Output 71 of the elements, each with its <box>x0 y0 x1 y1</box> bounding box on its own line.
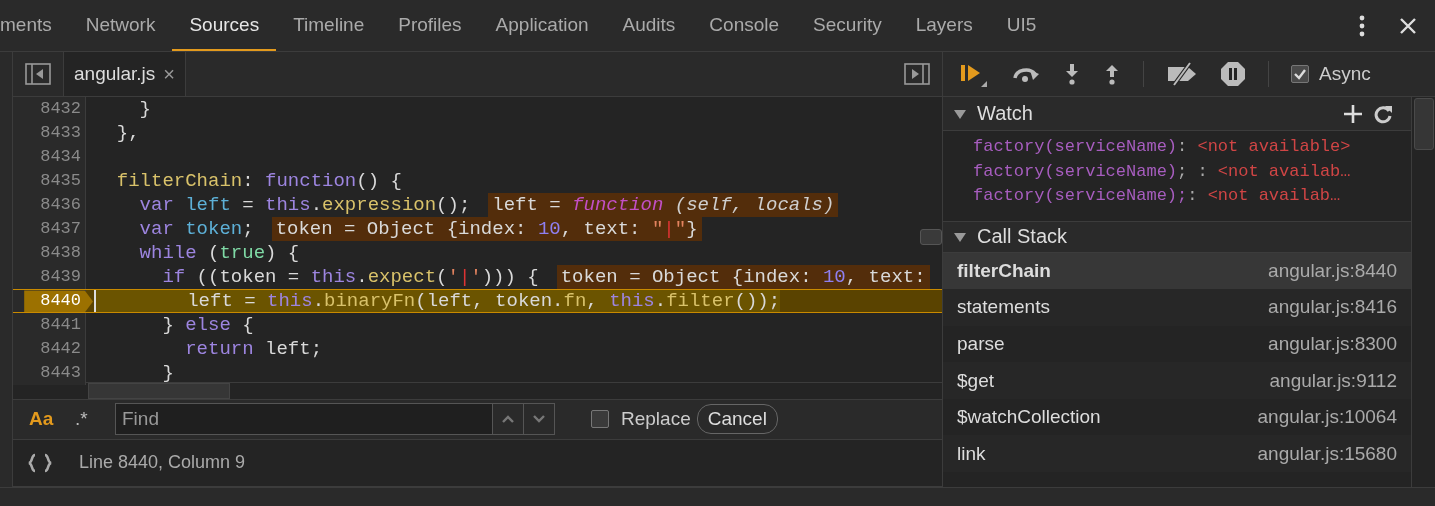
add-icon[interactable] <box>1343 103 1363 124</box>
line-number: 8443 <box>40 362 82 385</box>
section-title[interactable]: Call Stack <box>977 225 1068 248</box>
panel-tab[interactable]: Layers <box>898 0 990 51</box>
line-number: 8438 <box>40 242 82 265</box>
line-number: 8440 <box>24 290 93 313</box>
refresh-icon[interactable] <box>1373 103 1393 124</box>
deactivate-breakpoints-icon[interactable] <box>1166 62 1198 86</box>
inline-value: left = function (self, locals) <box>488 193 839 218</box>
code-line: filterChain: function() { <box>115 169 402 194</box>
inline-value: token = Object {index: 10, text: <box>556 265 930 290</box>
more-menu-icon[interactable] <box>1359 14 1365 37</box>
code-line: return left; <box>184 337 323 362</box>
replace-label: Replace <box>621 408 691 431</box>
chevron-down-icon <box>532 414 546 425</box>
pretty-print-icon[interactable] <box>27 452 53 473</box>
sidebar-toggle-icon[interactable] <box>25 63 51 86</box>
line-number: 8433 <box>40 122 82 145</box>
next-match-button[interactable] <box>524 403 555 436</box>
search-option-toggle[interactable]: .* <box>75 408 105 431</box>
code-line: } else { <box>161 313 254 338</box>
line-number: 8434 <box>40 146 82 169</box>
watch-expression: factory(serviceName); : <not availab… <box>973 160 1352 183</box>
call-frame[interactable]: filterChain angular.js:8440 <box>943 252 1411 290</box>
panel-tab[interactable]: ments <box>0 0 69 51</box>
file-name: angular.js <box>74 63 156 86</box>
expand-triangle-icon[interactable] <box>953 107 967 120</box>
code-line: } <box>138 97 151 122</box>
code-line: } <box>161 361 174 386</box>
cursor-position: Line 8440, Column 9 <box>79 452 246 474</box>
code-line: var left = this.expression(); <box>138 193 471 218</box>
inline-value: token = Object {index: 10, text: "|"} <box>271 217 702 242</box>
scrollbar-thumb[interactable] <box>1414 98 1434 150</box>
search-option-toggle[interactable]: Aa <box>29 408 59 431</box>
find-field[interactable]: Find <box>115 403 493 436</box>
cancel-button[interactable]: Cancel <box>696 404 778 435</box>
section-title[interactable]: Watch <box>977 102 1033 125</box>
line-number: 8435 <box>40 170 82 193</box>
panel-tab[interactable]: Application <box>478 0 606 51</box>
pause-on-exceptions-icon[interactable] <box>1220 61 1246 87</box>
code-line: }, <box>115 121 140 146</box>
panel-tab[interactable]: Console <box>692 0 797 51</box>
panel-tab[interactable]: UI5 <box>989 0 1054 51</box>
code-line: var token; <box>138 217 254 242</box>
panel-tab[interactable]: Network <box>68 0 173 51</box>
panel-tab[interactable]: Timeline <box>276 0 382 51</box>
file-tab[interactable]: angular.js × <box>63 52 187 97</box>
line-number: 8436 <box>40 194 82 217</box>
line-number: 8439 <box>40 266 82 289</box>
line-number: 8437 <box>40 218 82 241</box>
line-number: 8442 <box>40 338 82 361</box>
panel-tab[interactable]: Profiles <box>381 0 479 51</box>
expand-triangle-icon[interactable] <box>953 230 967 243</box>
watch-expression: factory(serviceName);: <not availab… <box>973 185 1342 207</box>
async-label: Async <box>1319 63 1371 85</box>
async-checkbox[interactable] <box>1291 65 1309 83</box>
watch-expression: factory(serviceName): <not available> <box>973 136 1352 158</box>
chevron-up-icon <box>501 414 515 425</box>
panel-tab[interactable]: Security <box>796 0 899 51</box>
sidebar-toggle-icon[interactable] <box>904 63 930 86</box>
panel-tab[interactable]: Audits <box>605 0 693 51</box>
close-tab-button[interactable]: × <box>163 62 176 86</box>
code-line: while (true) { <box>138 241 300 266</box>
scrollbar-thumb[interactable] <box>88 383 230 399</box>
scrollbar-thumb[interactable] <box>920 229 942 246</box>
replace-checkbox[interactable] <box>591 410 609 429</box>
line-number: 8441 <box>40 314 82 337</box>
code-line: if ((token = this.expect('|'))) { <box>161 265 539 290</box>
previous-match-button[interactable] <box>493 403 524 436</box>
close-icon[interactable] <box>1399 16 1417 35</box>
line-number: 8432 <box>40 98 82 121</box>
